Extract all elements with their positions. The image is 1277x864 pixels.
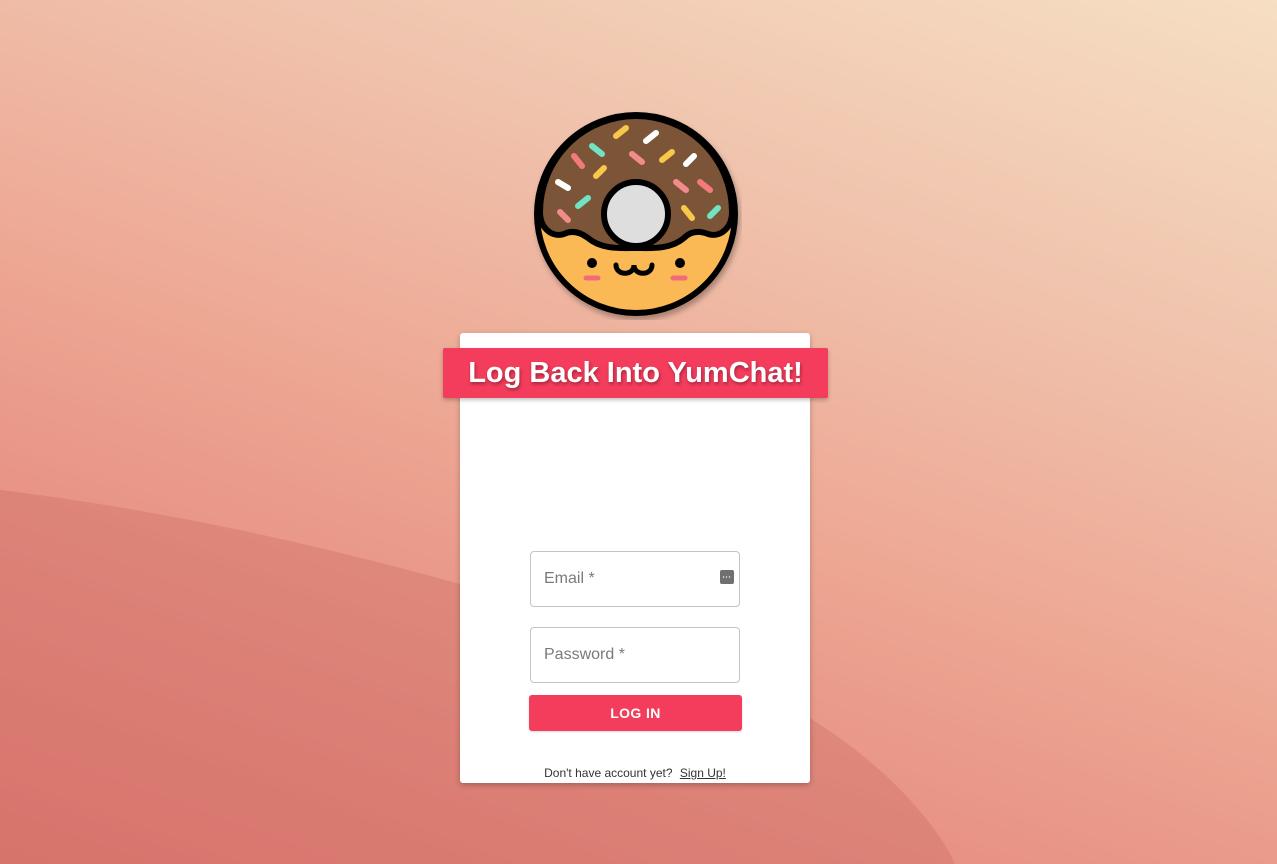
email-input[interactable] (544, 552, 714, 606)
login-page: Log Back Into YumChat! LOG IN Don't have… (0, 0, 1277, 864)
password-input[interactable] (544, 628, 714, 682)
signup-prompt: Don't have account yet? (544, 766, 673, 780)
donut-mascot-icon (534, 112, 738, 316)
login-button[interactable]: LOG IN (529, 695, 742, 731)
password-field[interactable] (530, 627, 740, 683)
title-banner: Log Back Into YumChat! (443, 348, 828, 398)
password-manager-key-icon[interactable] (720, 570, 734, 584)
page-title: Log Back Into YumChat! (468, 356, 803, 389)
signup-link[interactable]: Sign Up! (680, 766, 726, 780)
signup-row: Don't have account yet? Sign Up! (460, 766, 810, 780)
email-field[interactable] (530, 551, 740, 607)
